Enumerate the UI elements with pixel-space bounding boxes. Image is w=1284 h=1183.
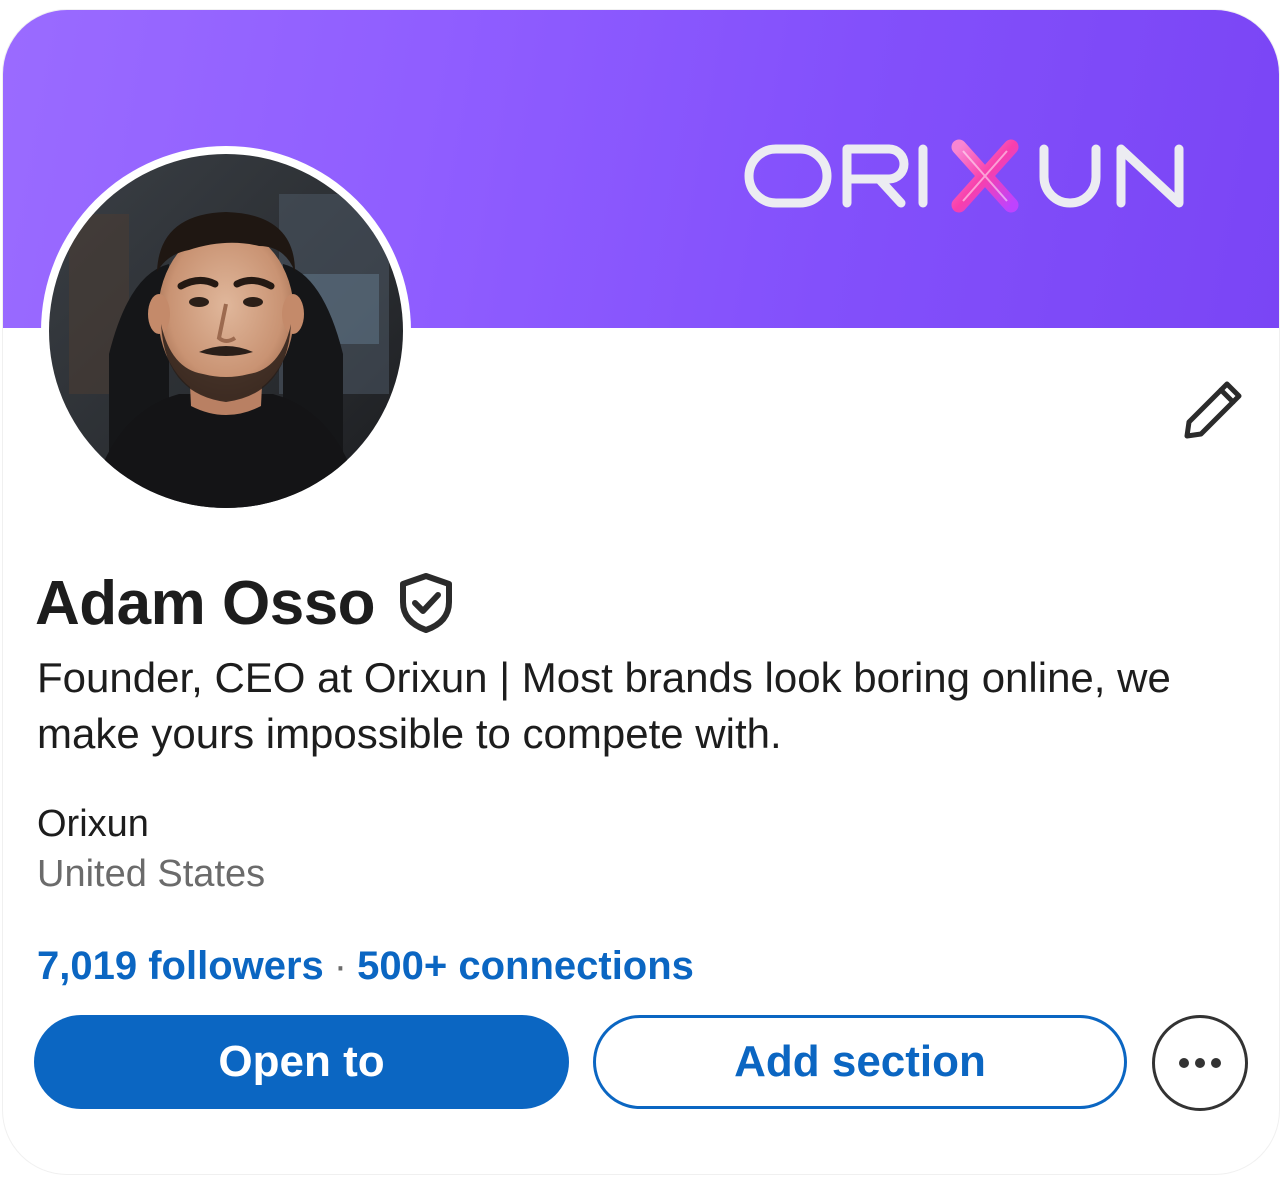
profile-company[interactable]: Orixun bbox=[37, 800, 149, 848]
profile-avatar[interactable] bbox=[41, 146, 411, 516]
stats-separator: · bbox=[333, 944, 348, 988]
profile-location: United States bbox=[37, 853, 266, 895]
name-row: Adam Osso bbox=[35, 563, 455, 643]
orixun-logo bbox=[744, 139, 1184, 213]
open-to-button[interactable]: Open to bbox=[34, 1015, 569, 1109]
profile-name: Adam Osso bbox=[35, 568, 376, 638]
connections-link[interactable]: 500+ connections bbox=[357, 944, 694, 988]
more-options-button[interactable] bbox=[1152, 1015, 1248, 1111]
more-ellipsis-icon bbox=[1179, 1058, 1221, 1068]
followers-link[interactable]: 7,019 followers bbox=[37, 944, 324, 988]
verified-shield-icon bbox=[397, 572, 455, 634]
profile-stats: 7,019 followers · 500+ connections bbox=[37, 940, 694, 992]
profile-photo bbox=[49, 154, 403, 508]
profile-headline: Founder, CEO at Orixun | Most brands loo… bbox=[37, 654, 1171, 757]
pencil-icon bbox=[1184, 381, 1242, 439]
profile-card: Adam Osso Founder, CEO at Orixun | Most … bbox=[3, 10, 1279, 1174]
edit-profile-button[interactable] bbox=[1175, 372, 1251, 448]
add-section-button[interactable]: Add section bbox=[593, 1015, 1127, 1109]
